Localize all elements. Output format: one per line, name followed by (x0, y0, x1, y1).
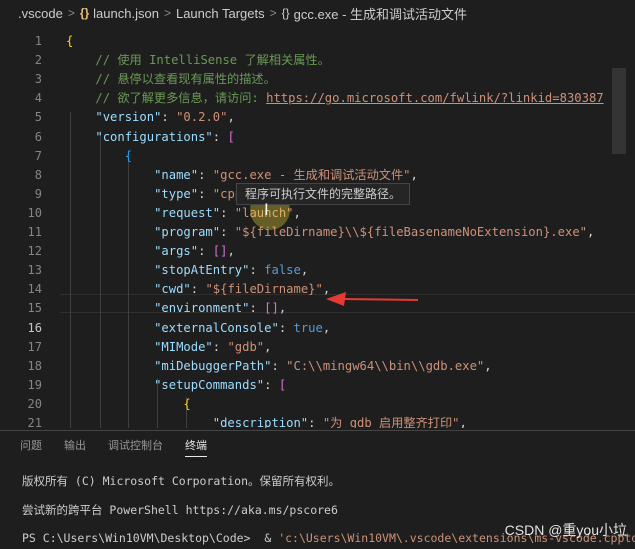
code-text: "externalConsole": true, (154, 320, 331, 335)
line-number: 13 (27, 263, 42, 278)
line-number: 7 (34, 148, 42, 163)
object-icon: {} (281, 6, 290, 20)
line-number: 21 (27, 416, 42, 428)
line-number: 15 (27, 301, 42, 316)
code-text: "name": "gcc.exe - 生成和调试活动文件", (154, 167, 418, 182)
chevron-right-icon: > (163, 6, 171, 20)
line-number: 17 (27, 339, 42, 354)
code-line[interactable]: 20 { (0, 395, 635, 414)
code-text: { (66, 34, 74, 48)
code-text: "cwd": "${fileDirname}", (154, 282, 331, 297)
code-editor[interactable]: 1{2 // 使用 IntelliSense 了解相关属性。 3 // 悬停以查看… (0, 28, 635, 428)
code-line[interactable]: 19 "setupCommands": [ (0, 376, 635, 395)
code-line[interactable]: 13 "stopAtEntry": false, (0, 261, 635, 280)
code-line[interactable]: 10 "request": "launch", (0, 204, 635, 223)
line-number: 16 (27, 320, 42, 335)
chevron-right-icon: > (67, 6, 75, 20)
hover-tooltip: 程序可执行文件的完整路径。 (236, 183, 411, 205)
line-number: 19 (27, 377, 42, 392)
tab-debug-console[interactable]: 调试控制台 (108, 437, 163, 457)
code-line[interactable]: 4 // 欲了解更多信息，请访问: https://go.microsoft.c… (0, 89, 635, 108)
line-number: 8 (34, 167, 42, 182)
code-line[interactable]: 11 "program": "${fileDirname}\\${fileBas… (0, 223, 635, 242)
code-text: "description": "为 gdb 启用整齐打印", (212, 416, 467, 428)
line-number: 20 (27, 396, 42, 411)
breadcrumb-file[interactable]: launch.json (93, 6, 159, 21)
code-line[interactable]: 16 "externalConsole": true, (0, 319, 635, 338)
code-line[interactable]: 3 // 悬停以查看现有属性的描述。 (0, 70, 635, 89)
code-line[interactable]: 21 "description": "为 gdb 启用整齐打印", (0, 414, 635, 428)
terminal-line: 尝试新的跨平台 PowerShell https://aka.ms/pscore… (22, 503, 338, 517)
code-text: "setupCommands": [ (154, 377, 287, 392)
breadcrumb: .vscode > {} launch.json > Launch Target… (0, 0, 635, 26)
line-number: 1 (34, 34, 42, 48)
tab-problems[interactable]: 问题 (20, 437, 42, 457)
terminal-line: 版权所有 (C) Microsoft Corporation。保留所有权利。 (22, 474, 341, 488)
scrollbar-thumb[interactable] (612, 68, 626, 154)
code-line[interactable]: 14 "cwd": "${fileDirname}", (0, 280, 635, 299)
csdn-watermark: CSDN @重you小垃 (504, 522, 627, 538)
terminal-prompt-text: PS C:\Users\Win10VM\Desktop\Code> & (22, 531, 279, 545)
code-line[interactable]: 5 "version": "0.2.0", (0, 108, 635, 127)
code-text: "environment": [], (154, 301, 287, 316)
line-number: 4 (34, 91, 42, 106)
tab-terminal[interactable]: 终端 (185, 437, 207, 457)
line-number: 5 (34, 110, 42, 125)
chevron-right-icon: > (269, 6, 277, 20)
line-number: 6 (34, 129, 42, 144)
breadcrumb-item[interactable]: gcc.exe - 生成和调试活动文件 (294, 4, 467, 23)
code-line[interactable]: 17 "MIMode": "gdb", (0, 338, 635, 357)
line-number: 9 (34, 186, 42, 201)
code-line[interactable]: 8 "name": "gcc.exe - 生成和调试活动文件", (0, 166, 635, 185)
line-number: 3 (34, 72, 42, 87)
code-text: "args": [], (154, 244, 235, 259)
line-number: 2 (34, 53, 42, 68)
line-number: 11 (27, 225, 42, 239)
red-arrow-icon (326, 292, 419, 306)
code-text: // 欲了解更多信息，请访问: https://go.microsoft.com… (95, 91, 604, 106)
breadcrumb-section[interactable]: Launch Targets (176, 6, 265, 21)
code-line[interactable]: 18 "miDebuggerPath": "C:\\mingw64\\bin\\… (0, 357, 635, 376)
code-line[interactable]: 15 "environment": [], (0, 299, 635, 318)
line-number: 14 (27, 282, 42, 297)
code-text: "version": "0.2.0", (95, 110, 235, 125)
code-text: { (124, 148, 133, 163)
line-number: 18 (27, 358, 42, 373)
json-file-icon: {} (79, 6, 90, 20)
code-text: "stopAtEntry": false, (154, 263, 309, 278)
code-line[interactable]: 6 "configurations": [ (0, 128, 635, 147)
code-line[interactable]: 12 "args": [], (0, 242, 635, 261)
code-line[interactable]: 1{ (0, 32, 635, 51)
code-text: "MIMode": "gdb", (154, 339, 272, 354)
breadcrumb-folder[interactable]: .vscode (18, 6, 63, 21)
tab-output[interactable]: 输出 (64, 437, 86, 457)
line-number: 10 (27, 205, 42, 220)
code-text: // 悬停以查看现有属性的描述。 (95, 72, 276, 87)
text-cursor-icon: I (264, 200, 269, 219)
code-text: { (183, 396, 191, 411)
panel-tabs: 问题 输出 调试控制台 终端 (20, 437, 229, 457)
code-line[interactable]: 2 // 使用 IntelliSense 了解相关属性。 (0, 51, 635, 70)
code-line[interactable]: 7 { (0, 147, 635, 166)
line-number: 12 (27, 244, 42, 259)
code-text: "configurations": [ (95, 129, 235, 144)
code-text: // 使用 IntelliSense 了解相关属性。 (95, 53, 330, 68)
code-text: "program": "${fileDirname}\\${fileBasena… (154, 225, 595, 239)
code-text: "miDebuggerPath": "C:\\mingw64\\bin\\gdb… (154, 358, 492, 373)
